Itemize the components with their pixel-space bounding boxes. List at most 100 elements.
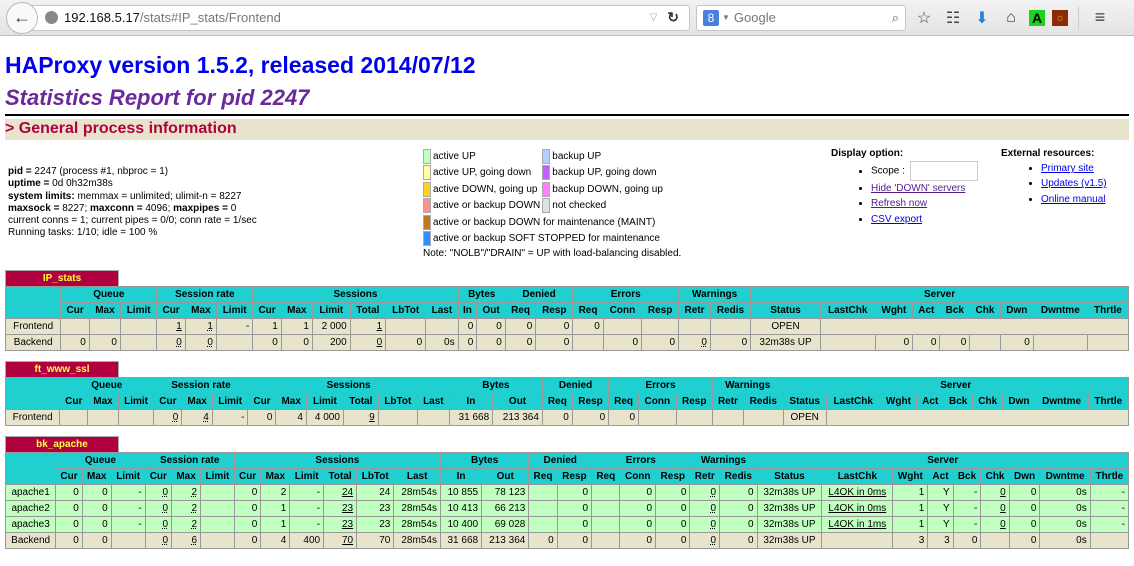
data-cell: 0	[233, 500, 262, 517]
addon-ext-icon[interactable]: ☼	[1052, 9, 1068, 26]
status-cell: 32m38s UP	[750, 334, 821, 351]
data-cell[interactable]: 0	[980, 500, 1010, 517]
data-cell[interactable]: 0	[349, 334, 387, 351]
group-header: Errors	[572, 286, 680, 303]
data-cell[interactable]: 23	[323, 500, 358, 517]
row-name[interactable]: apache1	[4, 484, 57, 501]
menu-icon[interactable]: ≡	[1089, 7, 1111, 29]
data-cell[interactable]: 2	[171, 484, 202, 501]
maxpipes-value: 0	[227, 202, 237, 214]
group-header: Warnings	[689, 452, 758, 469]
data-cell[interactable]: L4OK in 1ms	[821, 516, 894, 533]
globe-icon	[45, 11, 58, 24]
column-header: Max	[260, 468, 291, 485]
data-cell: 0	[655, 532, 691, 549]
online-manual-link[interactable]: Online manual	[1041, 194, 1105, 205]
data-cell: -	[110, 484, 146, 501]
data-cell[interactable]: 70	[323, 532, 358, 549]
reading-list-icon[interactable]: ☷	[942, 7, 964, 29]
proxy-name[interactable]: bk_apache	[5, 436, 119, 452]
data-cell[interactable]: 0	[980, 516, 1010, 533]
data-cell	[416, 409, 450, 426]
row-name[interactable]: Backend	[4, 532, 57, 549]
data-cell: 4	[275, 409, 307, 426]
data-cell: 0s	[1039, 532, 1091, 549]
search-bar[interactable]: 8 ▼ Google ⌕	[696, 4, 906, 31]
data-cell[interactable]: 24	[323, 484, 358, 501]
google-icon[interactable]: 8	[703, 9, 719, 26]
dropdown-icon[interactable]: ▽	[650, 12, 658, 23]
data-cell[interactable]: 0	[156, 334, 186, 351]
data-cell: Y	[927, 484, 954, 501]
download-icon[interactable]: ⬇	[971, 7, 993, 29]
data-cell	[59, 409, 89, 426]
csv-export-link[interactable]: CSV export	[871, 214, 922, 225]
search-engine-dropdown-icon[interactable]: ▼	[722, 13, 730, 22]
group-header-row: Queue Session rate Sessions Bytes Denied Erro…	[4, 452, 1130, 485]
data-cell[interactable]: 1	[349, 318, 387, 335]
column-header: LbTot	[356, 468, 395, 485]
back-button[interactable]: ←	[6, 1, 38, 34]
data-cell[interactable]: 0	[689, 532, 721, 549]
data-cell[interactable]: 0	[689, 516, 721, 533]
group-header: Bytes	[439, 452, 530, 469]
row-name[interactable]: Frontend	[4, 318, 62, 335]
back-arrow-icon: ←	[13, 7, 31, 27]
data-cell: 1	[280, 318, 313, 335]
data-cell	[1086, 334, 1130, 351]
data-cell[interactable]: 23	[323, 516, 358, 533]
proxy-name[interactable]: IP_stats	[5, 270, 119, 286]
refresh-now-link[interactable]: Refresh now	[871, 198, 927, 209]
legend-label: active DOWN, going up	[433, 183, 538, 195]
data-cell	[119, 334, 158, 351]
data-cell[interactable]: 0	[980, 484, 1010, 501]
data-cell[interactable]: 0	[184, 334, 217, 351]
data-cell[interactable]: 0	[153, 409, 183, 426]
data-cell	[743, 409, 784, 426]
data-cell: 0s	[1039, 484, 1091, 501]
hide-down-servers-link[interactable]: Hide 'DOWN' servers	[871, 183, 965, 194]
legend-item: active DOWN, going up	[423, 181, 542, 198]
proxy-ft_www_ssl: ft_www_ssl Queue Session rate Sessions Bytes…	[4, 361, 1130, 426]
data-cell[interactable]: 4	[181, 409, 213, 426]
data-cell[interactable]: 0	[144, 484, 173, 501]
addon-a-icon[interactable]: A	[1029, 9, 1045, 26]
search-input[interactable]: Google	[734, 10, 776, 25]
proxy-IP_stats: IP_stats Queue Session rate Sessions Bytes De…	[4, 270, 1130, 351]
legend-item: not checked	[542, 198, 665, 215]
data-cell	[200, 500, 235, 517]
data-cell[interactable]: 0	[678, 334, 711, 351]
data-cell[interactable]: 0	[144, 516, 173, 533]
updates-link[interactable]: Updates (v1.5)	[1041, 178, 1107, 189]
search-icon[interactable]: ⌕	[892, 10, 899, 26]
data-cell: 0	[556, 516, 593, 533]
group-header: Bytes	[448, 377, 543, 394]
data-cell: 23	[356, 500, 395, 517]
data-cell[interactable]: 9	[342, 409, 379, 426]
data-cell[interactable]: 1	[184, 318, 217, 335]
data-cell[interactable]: 0	[144, 500, 173, 517]
reload-icon[interactable]: ↻	[667, 9, 679, 26]
data-cell[interactable]: L4OK in 0ms	[821, 484, 894, 501]
primary-site-link[interactable]: Primary site	[1041, 163, 1094, 174]
data-cell[interactable]: 0	[689, 500, 721, 517]
data-cell[interactable]: 6	[171, 532, 202, 549]
row-name[interactable]: apache3	[4, 516, 57, 533]
row-name[interactable]: apache2	[4, 500, 57, 517]
column-header: Cur	[252, 302, 282, 319]
row-name[interactable]: Frontend	[4, 409, 61, 426]
data-cell: 0	[280, 334, 313, 351]
data-cell[interactable]: L4OK in 0ms	[821, 500, 894, 517]
data-cell: 0	[476, 318, 506, 335]
data-cell[interactable]: 0	[689, 484, 721, 501]
bookmark-star-icon[interactable]: ☆	[913, 7, 935, 29]
data-cell[interactable]: 2	[171, 516, 202, 533]
data-cell[interactable]: 2	[171, 500, 202, 517]
row-name[interactable]: Backend	[4, 334, 62, 351]
home-icon[interactable]: ⌂	[1000, 7, 1022, 29]
url-bar[interactable]: 192.168.5.17/stats#IP_stats/Frontend ▽ ↻	[30, 4, 690, 31]
scope-input[interactable]	[909, 161, 978, 181]
data-cell[interactable]: 0	[144, 532, 173, 549]
data-cell[interactable]: 1	[156, 318, 186, 335]
proxy-name[interactable]: ft_www_ssl	[5, 361, 119, 377]
